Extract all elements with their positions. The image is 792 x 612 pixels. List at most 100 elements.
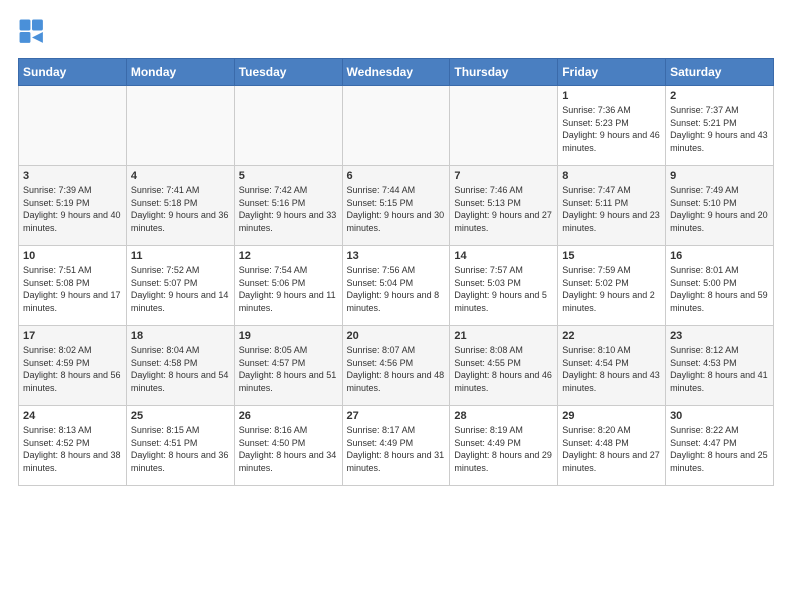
calendar-cell: 14 Sunrise: 7:57 AM Sunset: 5:03 PM Dayli… xyxy=(450,246,558,326)
logo xyxy=(18,18,50,46)
weekday-header: Friday xyxy=(558,59,666,86)
calendar-week-row: 3Sunrise: 7:39 AM Sunset: 5:19 PM Daylig… xyxy=(19,166,774,246)
day-info: Sunrise: 8:02 AM Sunset: 4:59 PM Dayligh… xyxy=(23,344,122,394)
day-info: Sunrise: 8:13 AM Sunset: 4:52 PM Dayligh… xyxy=(23,424,122,474)
calendar-cell: 25Sunrise: 8:15 AM Sunset: 4:51 PM Dayli… xyxy=(126,406,234,486)
day-number: 24 xyxy=(23,410,122,422)
day-number: 25 xyxy=(131,410,230,422)
day-info: Sunrise: 8:08 AM Sunset: 4:55 PM Dayligh… xyxy=(454,344,553,394)
day-number: 26 xyxy=(239,410,338,422)
calendar-cell: 19 Sunrise: 8:05 AM Sunset: 4:57 PM Dayli… xyxy=(234,326,342,406)
calendar-cell: 23Sunrise: 8:12 AM Sunset: 4:53 PM Dayli… xyxy=(666,326,774,406)
day-info: Sunrise: 7:44 AM Sunset: 5:15 PM Dayligh… xyxy=(347,184,446,234)
calendar-cell: 7 Sunrise: 7:46 AM Sunset: 5:13 PM Daylig… xyxy=(450,166,558,246)
day-info: Sunrise: 8:05 AM Sunset: 4:57 PM Dayligh… xyxy=(239,344,338,394)
day-info: Sunrise: 8:04 AM Sunset: 4:58 PM Dayligh… xyxy=(131,344,230,394)
day-number: 28 xyxy=(454,410,553,422)
day-number: 21 xyxy=(454,330,553,342)
weekday-header: Monday xyxy=(126,59,234,86)
weekday-header: Saturday xyxy=(666,59,774,86)
day-info: Sunrise: 7:46 AM Sunset: 5:13 PM Dayligh… xyxy=(454,184,553,234)
day-info: Sunrise: 8:01 AM Sunset: 5:00 PM Dayligh… xyxy=(670,264,769,314)
day-number: 27 xyxy=(347,410,446,422)
day-number: 14 xyxy=(454,250,553,262)
calendar-cell: 28 Sunrise: 8:19 AM Sunset: 4:49 PM Dayli… xyxy=(450,406,558,486)
calendar-cell: 3Sunrise: 7:39 AM Sunset: 5:19 PM Daylig… xyxy=(19,166,127,246)
header xyxy=(18,18,774,46)
calendar-cell: 13 Sunrise: 7:56 AM Sunset: 5:04 PM Dayli… xyxy=(342,246,450,326)
calendar-week-row: 10Sunrise: 7:51 AM Sunset: 5:08 PM Dayli… xyxy=(19,246,774,326)
day-number: 12 xyxy=(239,250,338,262)
calendar-cell: 27 Sunrise: 8:17 AM Sunset: 4:49 PM Dayli… xyxy=(342,406,450,486)
day-number: 3 xyxy=(23,170,122,182)
calendar-cell: 9 Sunrise: 7:49 AM Sunset: 5:10 PM Daylig… xyxy=(666,166,774,246)
calendar-cell: 4 Sunrise: 7:41 AM Sunset: 5:18 PM Daylig… xyxy=(126,166,234,246)
calendar-cell: 2 Sunrise: 7:37 AM Sunset: 5:21 PM Daylig… xyxy=(666,86,774,166)
calendar-cell: 5 Sunrise: 7:42 AM Sunset: 5:16 PM Daylig… xyxy=(234,166,342,246)
day-info: Sunrise: 8:17 AM Sunset: 4:49 PM Dayligh… xyxy=(347,424,446,474)
calendar-cell: 6 Sunrise: 7:44 AM Sunset: 5:15 PM Daylig… xyxy=(342,166,450,246)
day-number: 17 xyxy=(23,330,122,342)
calendar-cell: 16 Sunrise: 8:01 AM Sunset: 5:00 PM Dayli… xyxy=(666,246,774,326)
day-number: 20 xyxy=(347,330,446,342)
calendar-cell: 20 Sunrise: 8:07 AM Sunset: 4:56 PM Dayli… xyxy=(342,326,450,406)
calendar-week-row: 24 Sunrise: 8:13 AM Sunset: 4:52 PM Dayli… xyxy=(19,406,774,486)
weekday-header: Tuesday xyxy=(234,59,342,86)
day-info: Sunrise: 8:20 AM Sunset: 4:48 PM Dayligh… xyxy=(562,424,661,474)
day-number: 13 xyxy=(347,250,446,262)
day-info: Sunrise: 7:49 AM Sunset: 5:10 PM Dayligh… xyxy=(670,184,769,234)
calendar-week-row: 1Sunrise: 7:36 AM Sunset: 5:23 PM Daylig… xyxy=(19,86,774,166)
calendar-cell: 12 Sunrise: 7:54 AM Sunset: 5:06 PM Dayli… xyxy=(234,246,342,326)
calendar-cell: 10Sunrise: 7:51 AM Sunset: 5:08 PM Dayli… xyxy=(19,246,127,326)
day-number: 19 xyxy=(239,330,338,342)
day-number: 7 xyxy=(454,170,553,182)
calendar-cell: 29 Sunrise: 8:20 AM Sunset: 4:48 PM Dayli… xyxy=(558,406,666,486)
day-number: 4 xyxy=(131,170,230,182)
logo-icon xyxy=(18,18,46,46)
day-info: Sunrise: 7:41 AM Sunset: 5:18 PM Dayligh… xyxy=(131,184,230,234)
day-number: 11 xyxy=(131,250,230,262)
day-number: 5 xyxy=(239,170,338,182)
day-info: Sunrise: 7:59 AM Sunset: 5:02 PM Dayligh… xyxy=(562,264,661,314)
day-info: Sunrise: 8:22 AM Sunset: 4:47 PM Dayligh… xyxy=(670,424,769,474)
day-number: 15 xyxy=(562,250,661,262)
calendar-table: SundayMondayTuesdayWednesdayThursdayFrid… xyxy=(18,58,774,486)
day-info: Sunrise: 8:12 AM Sunset: 4:53 PM Dayligh… xyxy=(670,344,769,394)
day-number: 6 xyxy=(347,170,446,182)
day-number: 16 xyxy=(670,250,769,262)
day-info: Sunrise: 8:10 AM Sunset: 4:54 PM Dayligh… xyxy=(562,344,661,394)
weekday-header: Wednesday xyxy=(342,59,450,86)
calendar-cell: 22 Sunrise: 8:10 AM Sunset: 4:54 PM Dayli… xyxy=(558,326,666,406)
day-info: Sunrise: 7:56 AM Sunset: 5:04 PM Dayligh… xyxy=(347,264,446,314)
weekday-header: Thursday xyxy=(450,59,558,86)
day-number: 8 xyxy=(562,170,661,182)
day-info: Sunrise: 7:54 AM Sunset: 5:06 PM Dayligh… xyxy=(239,264,338,314)
calendar-cell xyxy=(234,86,342,166)
day-info: Sunrise: 7:37 AM Sunset: 5:21 PM Dayligh… xyxy=(670,104,769,154)
calendar-header-row: SundayMondayTuesdayWednesdayThursdayFrid… xyxy=(19,59,774,86)
day-info: Sunrise: 8:07 AM Sunset: 4:56 PM Dayligh… xyxy=(347,344,446,394)
calendar-cell: 1Sunrise: 7:36 AM Sunset: 5:23 PM Daylig… xyxy=(558,86,666,166)
day-info: Sunrise: 7:51 AM Sunset: 5:08 PM Dayligh… xyxy=(23,264,122,314)
day-number: 18 xyxy=(131,330,230,342)
day-number: 9 xyxy=(670,170,769,182)
calendar-cell xyxy=(342,86,450,166)
calendar-cell: 21 Sunrise: 8:08 AM Sunset: 4:55 PM Dayli… xyxy=(450,326,558,406)
calendar-cell: 15 Sunrise: 7:59 AM Sunset: 5:02 PM Dayli… xyxy=(558,246,666,326)
day-info: Sunrise: 7:36 AM Sunset: 5:23 PM Dayligh… xyxy=(562,104,661,154)
calendar-cell: 26 Sunrise: 8:16 AM Sunset: 4:50 PM Dayli… xyxy=(234,406,342,486)
weekday-header: Sunday xyxy=(19,59,127,86)
calendar-week-row: 17 Sunrise: 8:02 AM Sunset: 4:59 PM Dayli… xyxy=(19,326,774,406)
day-info: Sunrise: 7:42 AM Sunset: 5:16 PM Dayligh… xyxy=(239,184,338,234)
day-info: Sunrise: 8:16 AM Sunset: 4:50 PM Dayligh… xyxy=(239,424,338,474)
day-number: 2 xyxy=(670,90,769,102)
calendar-cell: 17 Sunrise: 8:02 AM Sunset: 4:59 PM Dayli… xyxy=(19,326,127,406)
calendar-cell: 8Sunrise: 7:47 AM Sunset: 5:11 PM Daylig… xyxy=(558,166,666,246)
calendar-cell: 30Sunrise: 8:22 AM Sunset: 4:47 PM Dayli… xyxy=(666,406,774,486)
day-number: 22 xyxy=(562,330,661,342)
day-info: Sunrise: 7:57 AM Sunset: 5:03 PM Dayligh… xyxy=(454,264,553,314)
calendar-cell xyxy=(126,86,234,166)
calendar-cell: 11Sunrise: 7:52 AM Sunset: 5:07 PM Dayli… xyxy=(126,246,234,326)
day-info: Sunrise: 8:19 AM Sunset: 4:49 PM Dayligh… xyxy=(454,424,553,474)
day-number: 29 xyxy=(562,410,661,422)
